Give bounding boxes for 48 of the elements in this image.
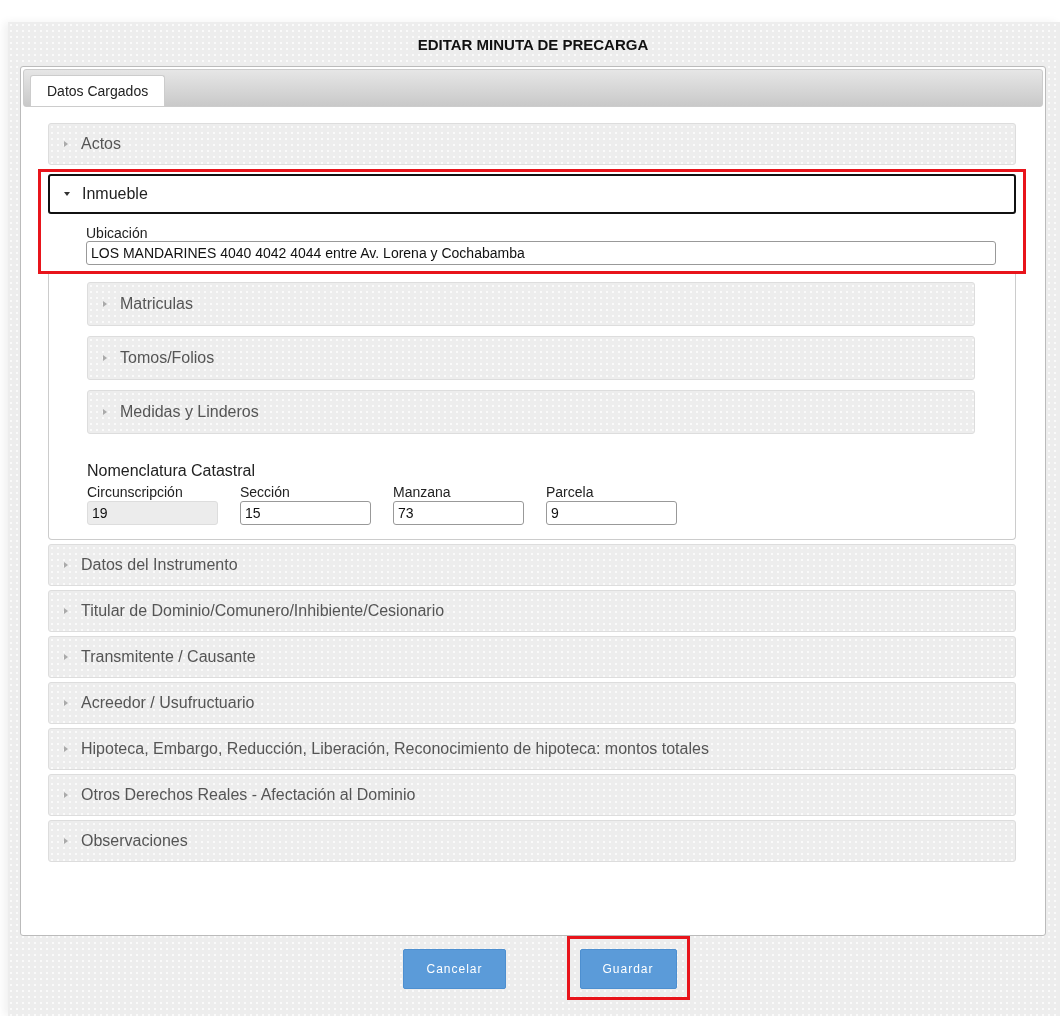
accordion-header[interactable]: Acreedor / Usufructuario (48, 682, 1016, 724)
accordion-header[interactable]: Matriculas (87, 282, 975, 326)
section-title: Tomos/Folios (120, 349, 215, 367)
caret-icon (102, 408, 108, 416)
caret-icon (63, 140, 69, 148)
caret-icon (63, 607, 69, 615)
section-title: Acreedor / Usufructuario (81, 694, 255, 712)
accordion-header[interactable]: Hipoteca, Embargo, Reducción, Liberación, Reconocimiento de hipoteca: montos totales (48, 728, 1016, 770)
accordion-header[interactable]: Otros Derechos Reales - Afectación al Dominio (48, 774, 1016, 816)
field-label: Sección (240, 484, 291, 500)
caret-icon (63, 653, 69, 661)
caret-icon (63, 561, 69, 569)
accordion-header[interactable]: Inmueble (48, 174, 1016, 214)
caret-icon (63, 699, 69, 707)
accordion-header[interactable]: Transmitente / Causante (48, 636, 1016, 678)
field-label: Manzana (393, 484, 452, 500)
accordion-header[interactable]: Observaciones (48, 820, 1016, 862)
caret-icon (63, 791, 69, 799)
tab[interactable]: Datos Cargados (30, 75, 166, 106)
caret-icon (63, 745, 69, 753)
section-title: Otros Derechos Reales - Afectación al Dominio (81, 786, 416, 804)
field-label: Circunscripción (87, 484, 184, 500)
group-title: Nomenclatura Catastral (87, 462, 257, 480)
accordion-header[interactable]: Medidas y Linderos (87, 390, 975, 434)
section-title: Inmueble (82, 185, 148, 203)
input-field[interactable]: 15 (240, 501, 371, 525)
accordion-header[interactable]: Datos del Instrumento (48, 544, 1016, 586)
field-label: Ubicación (86, 225, 149, 241)
section-title: Actos (81, 135, 121, 153)
caret-icon (102, 354, 108, 362)
caret-icon (102, 300, 108, 308)
section-title: Titular de Dominio/Comunero/Inhibiente/Cesionario (81, 602, 445, 620)
section-title: Matriculas (120, 295, 193, 313)
dialog-title: EDITAR MINUTA DE PRECARGA (416, 35, 650, 55)
section-title: Observaciones (81, 832, 188, 850)
input-field[interactable]: 9 (546, 501, 677, 525)
section-title: Hipoteca, Embargo, Reducción, Liberación, Reconocimiento de hipoteca: montos totales (81, 740, 709, 758)
accordion-header[interactable]: Actos (48, 123, 1016, 165)
caret-icon (64, 190, 70, 198)
input-field[interactable]: LOS MANDARINES 4040 4042 4044 entre Av. Lorena y Cochabamba (86, 241, 996, 265)
accordion-header[interactable]: Titular de Dominio/Comunero/Inhibiente/Cesionario (48, 590, 1016, 632)
section-title: Datos del Instrumento (81, 556, 238, 574)
caret-icon (63, 837, 69, 845)
section-title: Medidas y Linderos (120, 403, 259, 421)
input-field[interactable]: 73 (393, 501, 524, 525)
accordion-header[interactable]: Tomos/Folios (87, 336, 975, 380)
field-label: Parcela (546, 484, 595, 500)
section-title: Transmitente / Causante (81, 648, 256, 666)
